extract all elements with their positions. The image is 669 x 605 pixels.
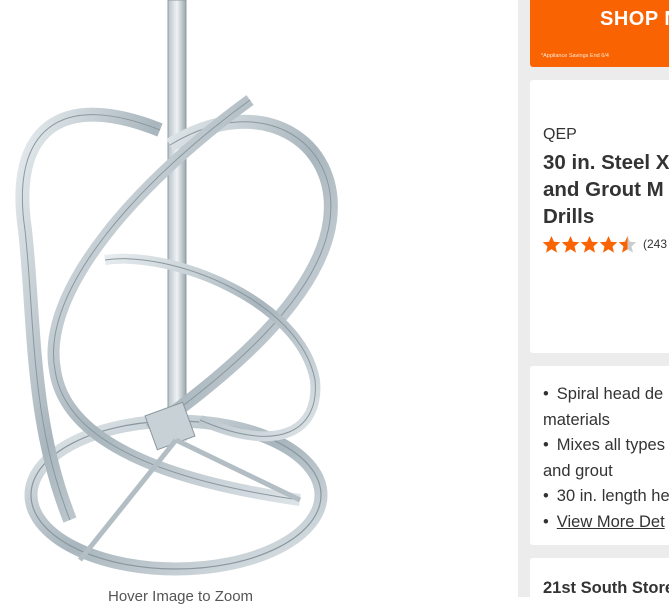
rating-stars: [542, 235, 637, 253]
product-rating[interactable]: (243: [542, 235, 667, 253]
star-icon: [599, 236, 618, 253]
bullet-dot: •: [543, 487, 549, 505]
store-name[interactable]: 21st South Store: [543, 579, 669, 597]
star-icon: [618, 236, 637, 253]
product-image[interactable]: [0, 0, 518, 597]
view-more-details-link[interactable]: View More Det: [557, 513, 665, 531]
bullet-dot: •: [543, 512, 549, 531]
highlight-text: Spiral head de: [556, 385, 664, 403]
product-sidebar: SHOP N *Appliance Savings End 6/4 QEP 30…: [518, 0, 669, 597]
star-icon: [580, 236, 599, 253]
store-card: 21st South Store: [530, 558, 669, 597]
product-image-gallery: Hover Image to Zoom: [0, 0, 518, 605]
product-brand[interactable]: QEP: [543, 126, 577, 144]
rating-count[interactable]: (243: [643, 237, 667, 251]
product-title-line: 30 in. Steel X: [543, 151, 669, 174]
product-title-line: and Grout M: [543, 178, 664, 201]
highlight-line: • Mixes all types: [543, 433, 669, 459]
highlight-line: materials: [543, 408, 669, 434]
promo-fine-print: *Appliance Savings End 6/4: [541, 53, 609, 59]
product-title-line: Drills: [543, 205, 595, 228]
highlight-text: and grout: [543, 461, 613, 480]
highlight-line: and grout: [543, 459, 669, 485]
bullet-dot: •: [543, 385, 549, 403]
promo-cta-text: SHOP N: [600, 8, 669, 30]
highlight-line: • 30 in. length he: [543, 484, 669, 510]
product-highlights-card: • Spiral head de materials • Mixes all typ…: [530, 366, 669, 545]
highlights-list: • Spiral head de materials • Mixes all typ…: [543, 382, 669, 535]
product-info-card: QEP 30 in. Steel X and Grout M Drills (2…: [530, 80, 669, 353]
star-icon: [561, 236, 580, 253]
highlight-text: 30 in. length he: [556, 487, 669, 505]
highlight-text: Mixes all types: [556, 436, 665, 454]
product-title: 30 in. Steel X and Grout M Drills: [543, 149, 669, 230]
highlight-line: • Spiral head de: [543, 382, 669, 408]
bullet-dot: •: [543, 436, 549, 454]
view-more-details-row: • View More Det: [543, 510, 669, 536]
highlight-text: materials: [543, 410, 610, 429]
star-icon: [542, 236, 561, 253]
promo-banner[interactable]: SHOP N *Appliance Savings End 6/4: [530, 0, 669, 67]
